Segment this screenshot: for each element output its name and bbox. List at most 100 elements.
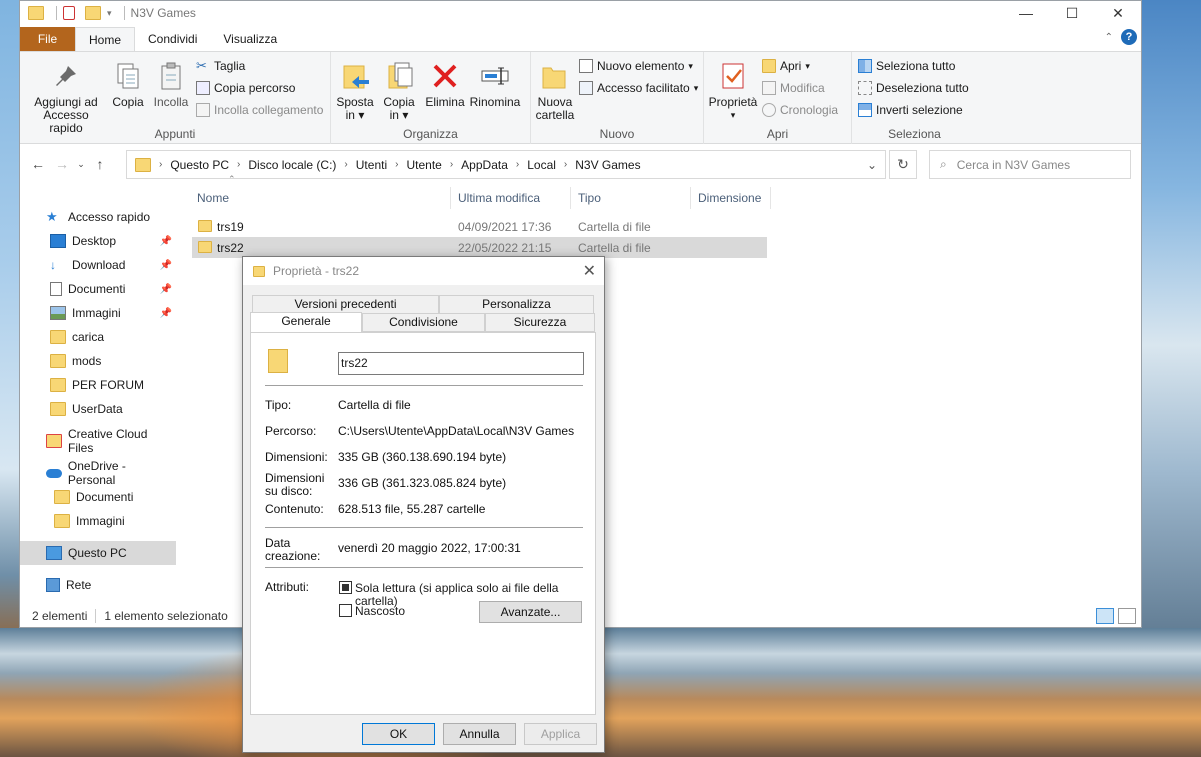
- breadcrumb-item[interactable]: Questo PC: [170, 158, 229, 172]
- copy-path-button[interactable]: Copia percorso: [196, 81, 295, 95]
- nav-onedrive-documents[interactable]: Documenti: [20, 485, 176, 509]
- readonly-checkbox[interactable]: [339, 581, 352, 594]
- column-headers: ⌃ Nome Ultima modifica Tipo Dimensione: [192, 174, 782, 213]
- column-divider[interactable]: [770, 187, 771, 209]
- column-type[interactable]: Tipo: [578, 191, 601, 205]
- back-arrow-icon[interactable]: ←: [26, 156, 50, 172]
- breadcrumb-item[interactable]: Disco locale (C:): [248, 158, 336, 172]
- details-view-icon[interactable]: [1096, 608, 1114, 624]
- chevron-right-icon[interactable]: ›: [564, 159, 567, 170]
- up-arrow-icon[interactable]: ↑: [88, 156, 112, 172]
- tab-file[interactable]: File: [20, 27, 75, 51]
- tab-general[interactable]: Generale: [250, 312, 362, 333]
- breadcrumb-item[interactable]: Utenti: [356, 158, 387, 172]
- hidden-checkbox[interactable]: [339, 604, 352, 617]
- nav-this-pc[interactable]: Questo PC: [20, 541, 176, 565]
- recent-locations-chevron-icon[interactable]: ⌄: [74, 159, 88, 170]
- cut-button[interactable]: ✂ Taglia: [196, 59, 245, 74]
- paste-shortcut-button[interactable]: Incolla collegamento: [196, 103, 323, 117]
- nav-pictures[interactable]: Immagini 📌: [20, 301, 176, 325]
- nav-quick-access[interactable]: ★ Accesso rapido: [20, 205, 176, 229]
- chevron-right-icon[interactable]: ›: [395, 159, 398, 170]
- paste-button[interactable]: Incolla: [150, 60, 192, 109]
- chevron-right-icon[interactable]: ›: [237, 159, 240, 170]
- nav-folder-carica[interactable]: carica: [20, 325, 176, 349]
- pin-quick-access-button[interactable]: Aggiungi ad Accesso rapido: [26, 60, 106, 135]
- properties-button[interactable]: Proprietà ▾: [708, 60, 758, 122]
- new-folder-button[interactable]: Nuova cartella: [535, 60, 575, 122]
- move-to-button[interactable]: Sposta in ▾: [335, 60, 375, 122]
- column-divider[interactable]: [450, 187, 451, 209]
- chevron-right-icon[interactable]: ›: [344, 159, 347, 170]
- breadcrumb-item[interactable]: Local: [527, 158, 556, 172]
- column-divider[interactable]: [690, 187, 691, 209]
- new-folder-quick-icon[interactable]: [85, 6, 101, 20]
- nav-folder-per-forum[interactable]: PER FORUM: [20, 373, 176, 397]
- nav-documents[interactable]: Documenti 📌: [20, 277, 176, 301]
- tab-share[interactable]: Condividi: [135, 27, 210, 51]
- close-icon[interactable]: ✕: [583, 261, 596, 281]
- breadcrumb-item[interactable]: N3V Games: [575, 158, 640, 172]
- breadcrumb-item[interactable]: Utente: [406, 158, 441, 172]
- nav-label: carica: [72, 330, 105, 344]
- tab-security[interactable]: Sicurezza: [485, 313, 595, 332]
- forward-arrow-icon[interactable]: →: [50, 156, 74, 172]
- invert-selection-button[interactable]: Inverti selezione: [858, 103, 963, 117]
- chevron-down-icon[interactable]: ⌄: [867, 158, 877, 172]
- search-input[interactable]: ⌕ Cerca in N3V Games: [929, 150, 1131, 179]
- nav-onedrive-pictures[interactable]: Immagini: [20, 509, 176, 533]
- delete-button[interactable]: Elimina: [425, 60, 465, 109]
- easy-access-button[interactable]: Accesso facilitato ▾: [579, 81, 698, 95]
- nav-download[interactable]: ↓ Download 📌: [20, 253, 176, 277]
- open-button[interactable]: Apri ▾: [762, 59, 810, 73]
- network-icon: [46, 578, 60, 592]
- help-icon[interactable]: ?: [1121, 29, 1137, 45]
- ribbon: Aggiungi ad Accesso rapido Copia Incolla…: [20, 51, 1141, 144]
- edit-button[interactable]: Modifica: [762, 81, 825, 95]
- tab-customize[interactable]: Personalizza: [439, 295, 594, 314]
- column-name[interactable]: Nome: [197, 191, 229, 205]
- nav-network[interactable]: Rete: [20, 573, 176, 597]
- copy-button[interactable]: Copia: [110, 60, 146, 109]
- folder-name-input[interactable]: trs22: [338, 352, 584, 375]
- tab-sharing[interactable]: Condivisione: [362, 313, 485, 332]
- select-none-button[interactable]: Deseleziona tutto: [858, 81, 969, 95]
- maximize-button[interactable]: ☐: [1049, 1, 1095, 25]
- large-icons-view-icon[interactable]: [1118, 608, 1136, 624]
- chevron-right-icon[interactable]: ›: [516, 159, 519, 170]
- copy-to-button[interactable]: Copia in ▾: [379, 60, 419, 122]
- address-bar[interactable]: › Questo PC › Disco locale (C:) › Utenti…: [126, 150, 886, 179]
- nav-folder-mods[interactable]: mods: [20, 349, 176, 373]
- new-item-button[interactable]: Nuovo elemento ▾: [579, 59, 693, 73]
- tab-home[interactable]: Home: [75, 27, 136, 51]
- advanced-button[interactable]: Avanzate...: [479, 601, 582, 623]
- chevron-up-icon[interactable]: ⌃: [1105, 32, 1113, 43]
- column-size[interactable]: Dimensione: [698, 191, 761, 205]
- table-row[interactable]: trs22 22/05/2022 21:15 Cartella di file: [192, 237, 767, 258]
- select-all-button[interactable]: Seleziona tutto: [858, 59, 955, 73]
- cancel-button[interactable]: Annulla: [443, 723, 516, 745]
- refresh-icon[interactable]: ↻: [889, 150, 917, 179]
- column-modified[interactable]: Ultima modifica: [458, 191, 540, 205]
- nav-desktop[interactable]: Desktop 📌: [20, 229, 176, 253]
- minimize-button[interactable]: —: [1003, 1, 1049, 25]
- nav-creative-cloud[interactable]: Creative Cloud Files: [20, 427, 176, 455]
- chevron-down-icon[interactable]: ▾: [107, 8, 112, 19]
- chevron-right-icon[interactable]: ›: [450, 159, 453, 170]
- general-tab-panel: trs22 Tipo: Cartella di file Percorso: C…: [250, 332, 596, 715]
- column-divider[interactable]: [570, 187, 571, 209]
- tab-view[interactable]: Visualizza: [210, 27, 290, 51]
- nav-onedrive[interactable]: OneDrive - Personal: [20, 459, 176, 487]
- close-button[interactable]: ✕: [1095, 1, 1141, 25]
- folder-icon: [28, 6, 44, 20]
- properties-quick-icon[interactable]: [63, 6, 75, 20]
- easy-access-icon: [579, 81, 593, 95]
- rename-label: Rinomina: [469, 95, 521, 109]
- breadcrumb-item[interactable]: AppData: [461, 158, 508, 172]
- ok-button[interactable]: OK: [362, 723, 435, 745]
- rename-button[interactable]: Rinomina: [467, 60, 523, 109]
- table-row[interactable]: trs19 04/09/2021 17:36 Cartella di file: [192, 216, 782, 237]
- nav-folder-userdata[interactable]: UserData: [20, 397, 176, 421]
- history-button[interactable]: Cronologia: [762, 103, 838, 117]
- apply-button[interactable]: Applica: [524, 723, 597, 745]
